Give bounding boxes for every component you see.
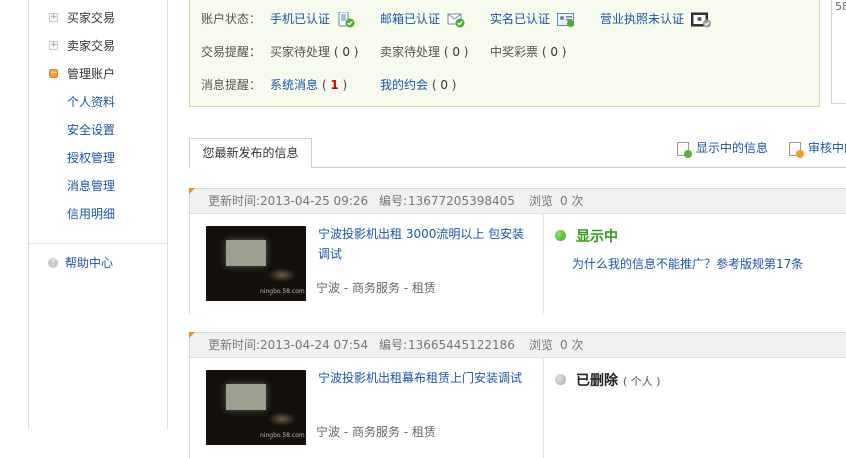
thumbnail-watermark: ningbo.58.com (260, 432, 305, 439)
listing-header: 更新时间: 2013-04-25 09:26 编号: 1367720539840… (189, 188, 846, 214)
expand-icon[interactable]: + (49, 13, 58, 22)
status-label: 账户状态： (201, 12, 262, 26)
tab-latest-posts[interactable]: 您最新发布的信息 (189, 138, 312, 168)
listing-status: 已删除 ( 个人 ) (576, 370, 660, 390)
count: 0 (550, 45, 558, 59)
sidebar-subitem-messages[interactable]: 消息管理 (67, 175, 115, 197)
updated-label: 更新时间: (208, 194, 261, 208)
listing-body: ningbo.58.com 宁波投影机出租 3000流明以上 包安装调试 宁波 … (190, 214, 846, 314)
sidebar-subitem-credit[interactable]: 信用明细 (67, 203, 115, 225)
sidebar-subitem-security[interactable]: 安全设置 (67, 119, 115, 141)
message-reminder-label: 消息提醒： (201, 78, 262, 92)
my-appointments-reminder[interactable]: 我的约会 ( 0 ) (380, 74, 456, 96)
views-count: 0 次 (560, 194, 584, 208)
license-unverified[interactable]: 营业执照未认证 (600, 8, 713, 30)
divider (29, 243, 167, 244)
collapse-icon[interactable]: − (49, 69, 58, 78)
trade-reminder-lottery[interactable]: 中奖彩票 ( 0 ) (490, 41, 566, 63)
listing-status-sub: ( 个人 ) (622, 375, 661, 388)
phone-verified-link[interactable]: 手机已认证 (270, 12, 330, 26)
document-pending-icon (789, 142, 804, 158)
help-center-link[interactable]: 帮助中心 (65, 252, 113, 274)
id-label: 编号: (379, 338, 408, 352)
id-label: 编号: (379, 194, 408, 208)
listing-thumbnail[interactable]: ningbo.58.com (206, 226, 306, 301)
system-message-count: 1 (330, 78, 339, 92)
id-card-icon (556, 12, 574, 27)
sidebar-subitem-profile[interactable]: 个人资料 (67, 91, 115, 113)
trade-reminder-buyer-label: 买家待处理 (270, 45, 331, 59)
views-label: 浏览 (529, 338, 554, 352)
trade-reminder-lottery-label: 中奖彩票 (490, 45, 539, 59)
count: 0 (452, 45, 460, 59)
my-appointments-link[interactable]: 我的约会 (380, 78, 428, 92)
license-icon (690, 12, 711, 27)
updated-time: 2013-04-25 09:26 (260, 194, 369, 208)
sidebar-subitem-authorization[interactable]: 授权管理 (67, 147, 115, 169)
email-verified-icon (447, 13, 465, 27)
listing-card: 更新时间: 2013-04-24 07:54 编号: 1366544512218… (189, 332, 846, 458)
status-active-icon (555, 230, 566, 241)
listing-title-link[interactable]: 宁波投影机出租 3000流明以上 包安装调试 (318, 224, 536, 264)
email-verified-link[interactable]: 邮箱已认证 (380, 12, 440, 26)
listing-status-label: 已删除 (576, 373, 618, 389)
sidebar-item-label: 卖家交易 (67, 39, 116, 53)
listing-header: 更新时间: 2013-04-24 07:54 编号: 1366544512218… (189, 332, 846, 358)
listing-thumbnail[interactable]: ningbo.58.com (206, 370, 306, 445)
sidebar-item-label: 管理账户 (67, 67, 116, 81)
right-panel-text: 58 (835, 0, 846, 13)
realname-verified-link[interactable]: 实名已认证 (490, 12, 550, 26)
listing-id: 13665445122186 (408, 338, 515, 352)
views-count: 0 次 (560, 338, 584, 352)
realname-verified[interactable]: 实名已认证 (490, 8, 575, 30)
count: 0 (440, 78, 448, 92)
promotion-help-link[interactable]: 为什么我的信息不能推广？参考版规第17条 (572, 255, 803, 273)
email-verified[interactable]: 邮箱已认证 (380, 8, 465, 30)
listing-card: 更新时间: 2013-04-25 09:26 编号: 1367720539840… (189, 188, 846, 314)
listing-title-link[interactable]: 宁波投影机出租幕布租赁上门安装调试 (318, 368, 536, 388)
listing-id: 13677205398405 (408, 194, 515, 208)
document-visible-icon (677, 142, 692, 158)
account-summary-panel: 账户状态： 手机已认证 邮箱已认证 实名已认证 营业执照未认证 交易提醒： 买家… (189, 0, 820, 107)
listing-status: 显示中 (576, 229, 618, 245)
count: 0 (342, 45, 350, 59)
views-label: 浏览 (529, 194, 554, 208)
sidebar-item-label: 买家交易 (67, 11, 116, 25)
sidebar: + 买家交易 + 卖家交易 − 管理账户 个人资料 安全设置 授权管理 消息管理… (28, 0, 168, 429)
listing-body: ningbo.58.com 宁波投影机出租幕布租赁上门安装调试 宁波 - 商务服… (190, 358, 846, 458)
expand-icon[interactable]: + (49, 41, 58, 50)
phone-verified[interactable]: 手机已认证 (270, 8, 355, 30)
thumbnail-watermark: ningbo.58.com (260, 288, 305, 295)
trade-reminder-seller[interactable]: 卖家待处理 ( 0 ) (380, 41, 468, 63)
phone-verified-icon (338, 11, 355, 27)
pending-review-link[interactable]: 审核中的 (808, 140, 846, 156)
visible-posts-link[interactable]: 显示中的信息 (696, 140, 768, 156)
updated-label: 更新时间: (208, 338, 261, 352)
license-unverified-link[interactable]: 营业执照未认证 (600, 12, 684, 26)
system-message-link[interactable]: 系统消息 (270, 78, 318, 92)
corner-marker (189, 332, 195, 338)
listing-category: 宁波 - 商务服务 - 租赁 (316, 425, 436, 439)
help-icon: ? (48, 258, 58, 268)
divider (543, 358, 544, 458)
trade-reminder-label: 交易提醒： (201, 45, 262, 59)
system-message-reminder[interactable]: 系统消息 ( 1 ) (270, 74, 347, 96)
updated-time: 2013-04-24 07:54 (260, 338, 369, 352)
trade-reminder-buyer[interactable]: 买家待处理 ( 0 ) (270, 41, 358, 63)
trade-reminder-seller-label: 卖家待处理 (380, 45, 441, 59)
divider (543, 214, 544, 314)
right-side-panel: 58 (831, 0, 846, 104)
status-deleted-icon (555, 374, 566, 385)
corner-marker (189, 188, 195, 194)
listing-category: 宁波 - 商务服务 - 租赁 (316, 281, 436, 295)
